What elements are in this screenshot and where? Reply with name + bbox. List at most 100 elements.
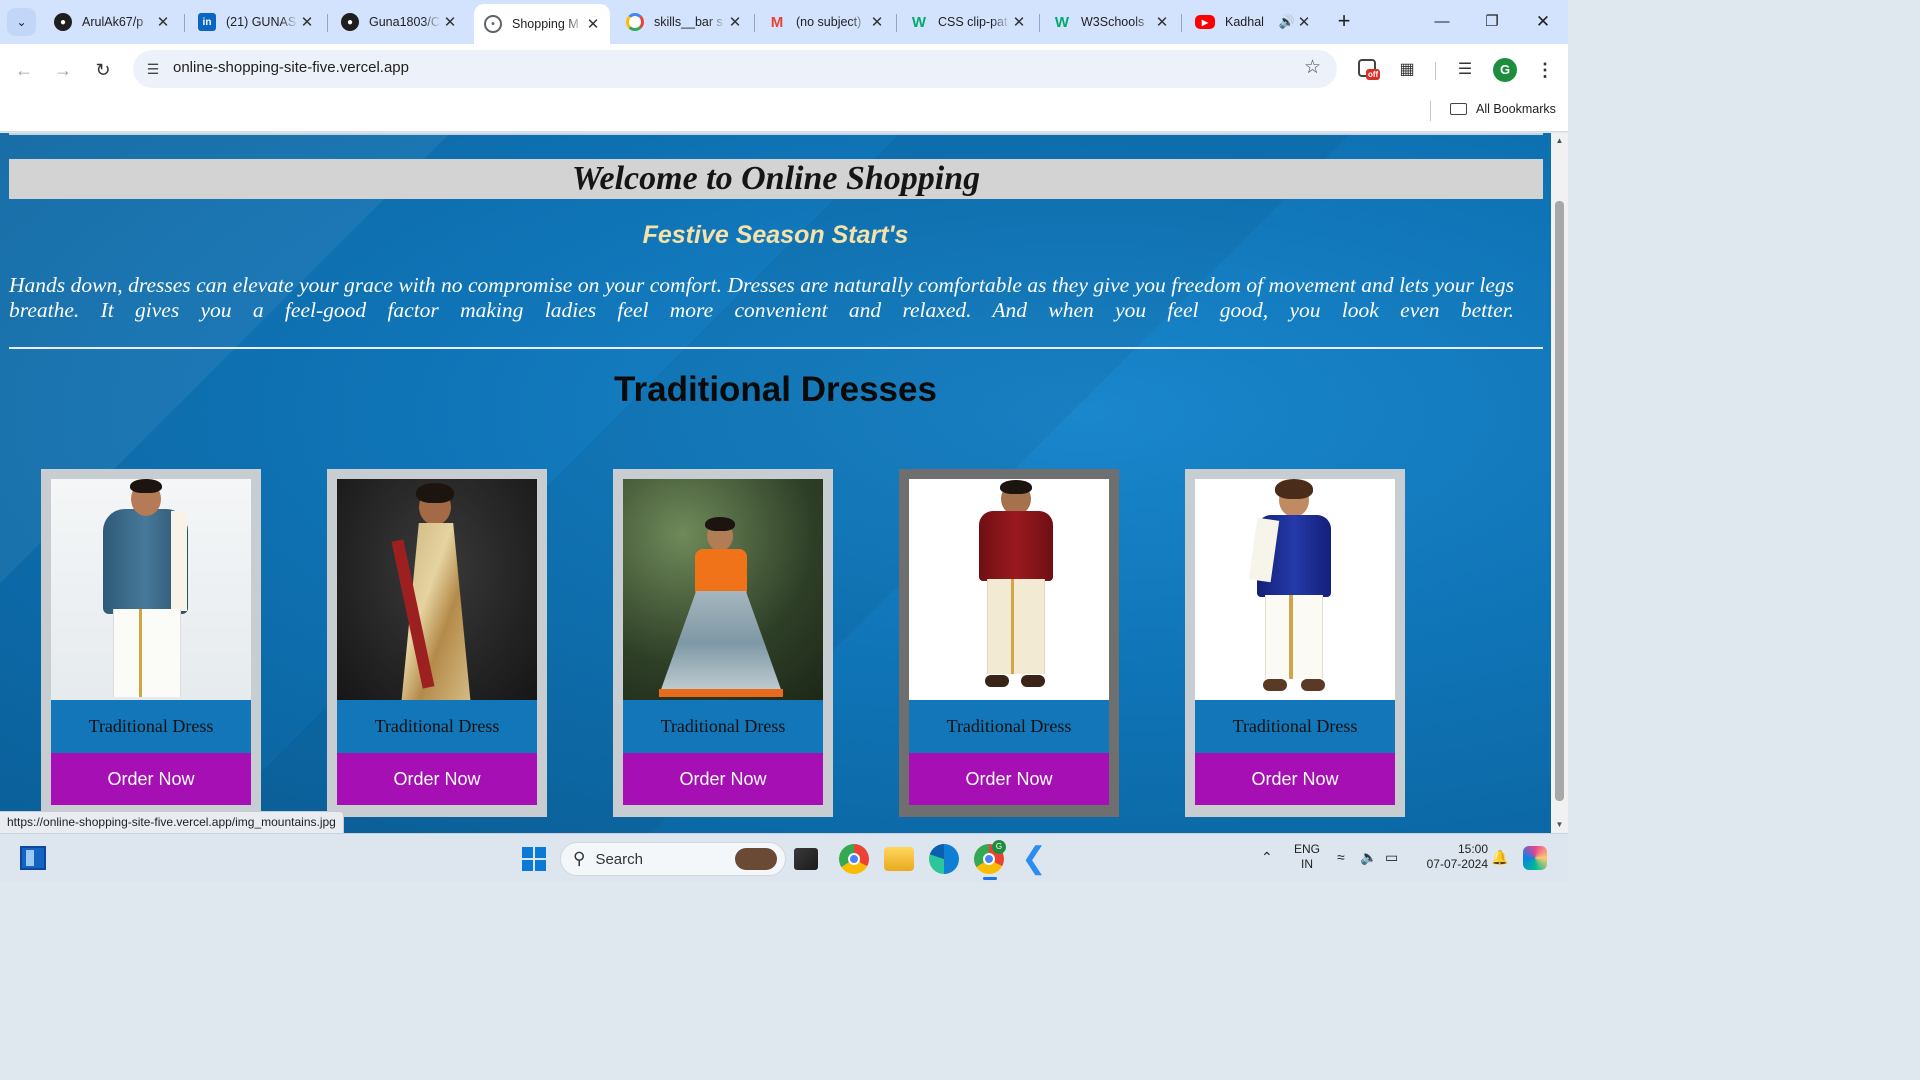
extensions-puzzle-icon[interactable]: ▦ [1393,56,1421,84]
product-image-girl-pavadai[interactable] [623,479,823,700]
product-card-1[interactable]: Traditional Dress Order Now [41,469,261,817]
chrome-profile-app-icon[interactable]: G [974,840,1006,874]
order-now-button[interactable]: Order Now [337,753,537,805]
order-now-button[interactable]: Order Now [909,753,1109,805]
start-windows-icon[interactable] [522,847,546,871]
close-icon[interactable]: ✕ [1010,13,1028,31]
w3schools-icon: W [911,13,927,31]
bookmarks-separator [1430,101,1431,121]
order-now-button[interactable]: Order Now [623,753,823,805]
site-info-icon[interactable]: ☰ [141,57,165,81]
status-bar-url: https://online-shopping-site-five.vercel… [0,811,344,833]
tab-strip: ⌄ ● ArulAk67/p ✕ in (21) GUNAS ✕ ● Guna1… [0,0,1568,44]
clock[interactable]: 15:00 07-07-2024 [1414,842,1488,872]
tab-title: Shopping M [512,17,579,31]
scroll-down-arrow-icon[interactable]: ▼ [1551,817,1568,833]
github-icon: ● [54,13,72,31]
task-view-icon[interactable] [794,848,818,870]
chevron-down-icon: ⌄ [16,15,27,29]
volume-icon[interactable]: 🔈 [1360,849,1377,866]
product-card-4[interactable]: Traditional Dress Order Now [899,469,1119,817]
tab-9[interactable]: ▶ Kadhal 🔊 ✕ [1185,6,1321,38]
tab-7[interactable]: W CSS clip-pat ✕ [900,6,1036,38]
tab-title: Guna1803/C [369,15,440,29]
product-image-boy-red-shirt[interactable] [909,479,1109,700]
close-icon[interactable]: ✕ [584,15,602,33]
vscode-app-icon[interactable]: ❮ [1019,844,1049,874]
page-scrollbar[interactable]: ▲ ▼ [1551,133,1568,833]
product-image-woman-saree[interactable] [337,479,537,700]
product-card-5[interactable]: Traditional Dress Order Now [1185,469,1405,817]
url-text[interactable]: online-shopping-site-five.vercel.app [173,59,409,76]
tab-6[interactable]: M (no subject) ✕ [758,6,894,38]
battery-icon[interactable]: ▭ [1385,849,1398,866]
order-now-button[interactable]: Order Now [1195,753,1395,805]
extension-off-icon[interactable]: off [1356,56,1382,82]
folder-icon [1450,103,1467,115]
tab-3[interactable]: ● Guna1803/C ✕ [331,6,467,38]
bookmark-star-icon[interactable]: ☆ [1304,56,1321,79]
intro-paragraph: Hands down, dresses can elevate your gra… [9,273,1514,322]
close-icon[interactable]: ✕ [298,13,316,31]
forward-button[interactable]: → [49,56,77,84]
minimize-button[interactable]: — [1419,8,1465,36]
product-caption: Traditional Dress [909,700,1109,753]
wifi-icon[interactable]: ≈ [1337,849,1345,865]
reload-button[interactable]: ↻ [89,56,117,84]
close-icon[interactable]: ✕ [154,13,172,31]
region-label: IN [1301,857,1313,871]
tab-separator [1039,14,1040,32]
show-hidden-icons-chevron-icon[interactable]: ⌃ [1261,849,1273,866]
festive-heading: Festive Season Start's [642,221,909,249]
notifications-bell-icon[interactable]: 🔔 [1491,849,1508,866]
profile-avatar[interactable]: G [1493,58,1517,82]
close-icon[interactable]: ✕ [441,13,459,31]
linkedin-icon: in [198,13,216,31]
tab-5[interactable]: skills__bar s ✕ [616,6,752,38]
tab-search-button[interactable]: ⌄ [7,8,36,36]
media-queue-icon[interactable]: ☰ [1451,56,1479,84]
product-image-boy-blue-shirt[interactable] [1195,479,1395,700]
taskbar-search-box[interactable]: ⚲ Search [560,842,786,876]
top-rule [9,133,1543,135]
horizontal-rule [9,347,1543,349]
gmail-icon: M [770,13,784,31]
product-card-2[interactable]: Traditional Dress Order Now [327,469,547,817]
back-button[interactable]: ← [10,56,38,84]
tab-2[interactable]: in (21) GUNAS ✕ [188,6,324,38]
tab-8[interactable]: W W3Schools ✕ [1043,6,1179,38]
language-indicator[interactable]: ENG IN [1290,842,1324,872]
all-bookmarks-label: All Bookmarks [1476,102,1556,116]
extension-badge: off [1366,69,1381,80]
w3schools-icon: W [1054,13,1070,31]
active-app-indicator [983,877,997,880]
copilot-icon[interactable] [1523,846,1547,870]
tab-1[interactable]: ● ArulAk67/p ✕ [44,6,180,38]
widgets-icon[interactable] [20,846,46,870]
close-icon[interactable]: ✕ [1153,13,1171,31]
all-bookmarks-button[interactable]: All Bookmarks [1450,102,1556,116]
product-card-3[interactable]: Traditional Dress Order Now [613,469,833,817]
product-caption: Traditional Dress [1195,700,1395,753]
search-icon: ⚲ [573,849,586,868]
tab-separator [184,14,185,32]
browser-toolbar: ← → ↻ ☰ online-shopping-site-five.vercel… [0,44,1568,95]
close-icon[interactable]: ✕ [1295,13,1313,31]
tab-4-active[interactable]: • Shopping M ✕ [474,4,610,44]
product-image-man-dhoti[interactable] [51,479,251,700]
close-icon[interactable]: ✕ [726,13,744,31]
close-icon[interactable]: ✕ [868,13,886,31]
scroll-up-arrow-icon[interactable]: ▲ [1551,133,1568,149]
new-tab-button[interactable]: + [1330,8,1358,36]
speaker-icon[interactable]: 🔊 [1279,14,1295,30]
edge-app-icon[interactable] [929,844,959,874]
scrollbar-thumb[interactable] [1555,201,1564,801]
restore-button[interactable]: ❐ [1469,8,1515,36]
close-window-button[interactable]: ✕ [1520,8,1566,36]
menu-kebab-icon[interactable]: ⋮ [1531,56,1559,84]
address-bar[interactable]: ☰ online-shopping-site-five.vercel.app ☆ [133,50,1337,88]
order-now-button[interactable]: Order Now [51,753,251,805]
toolbar-separator [1435,62,1436,80]
file-explorer-icon[interactable] [884,847,914,871]
chrome-app-icon[interactable] [839,844,869,874]
